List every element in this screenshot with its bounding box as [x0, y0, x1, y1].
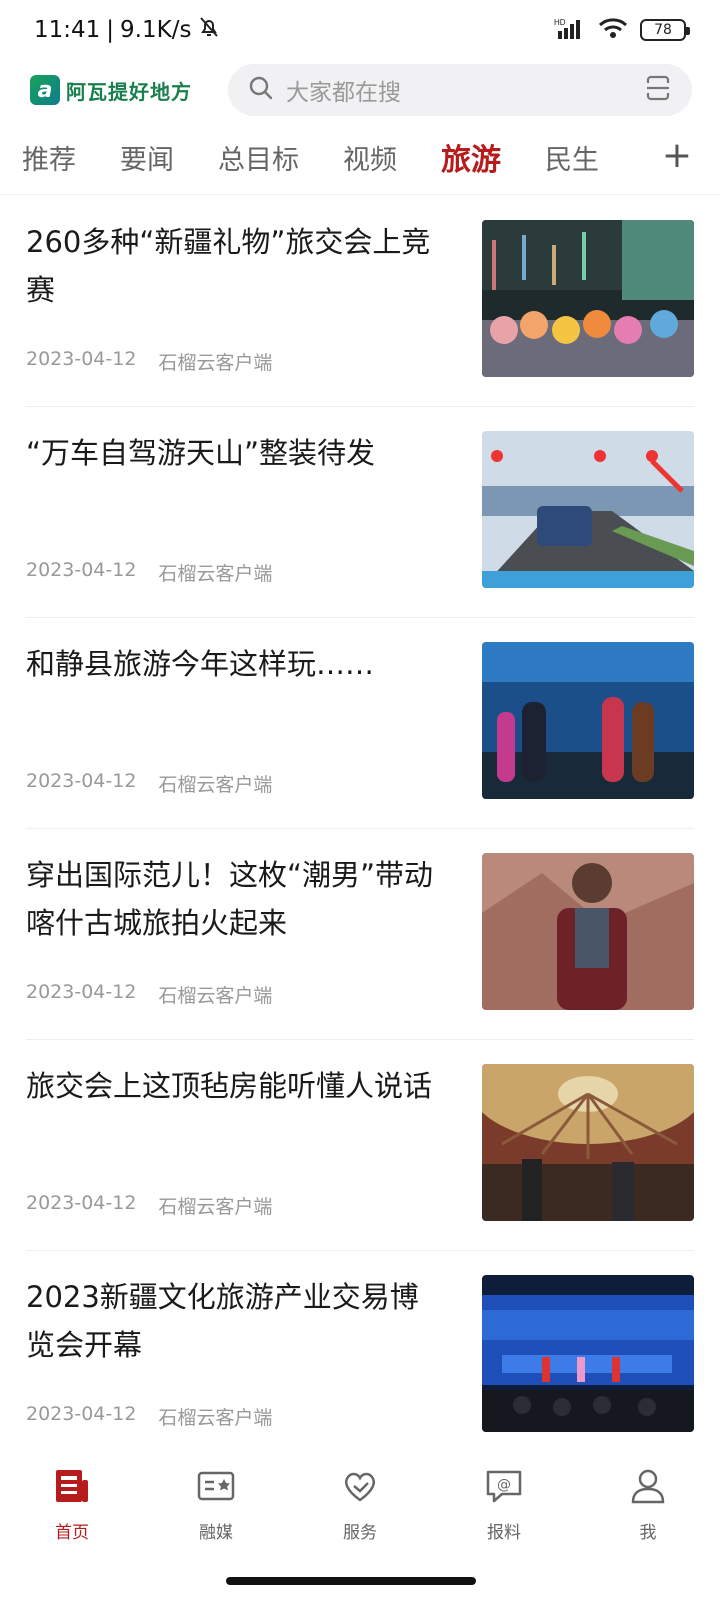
logo-text: 阿瓦提好地方 [66, 79, 192, 104]
news-thumbnail[interactable] [482, 220, 694, 377]
news-title: “万车自驾游天山”整装待发 [26, 436, 376, 470]
news-source: 石榴云客户端 [158, 563, 273, 585]
category-tabs: 推荐 要闻 总目标 视频 旅游 民生 + [0, 128, 720, 186]
battery-level: 78 [654, 22, 672, 38]
tab-travel[interactable]: 旅游 [441, 135, 501, 179]
app-header: a 阿瓦提好地方 大家都在搜 [0, 62, 720, 118]
news-date: 2023-04-12 [26, 348, 137, 370]
logo-mark-icon: a [30, 75, 60, 105]
news-meta: 2023-04-12 石榴云客户端 [26, 1192, 272, 1219]
news-title: 穿出国际范儿！这枚“潮男”带动喀什古城旅拍火起来 [26, 858, 434, 940]
report-icon: @ [484, 1466, 524, 1510]
news-source: 石榴云客户端 [158, 985, 273, 1007]
svg-text:HD: HD [554, 18, 566, 27]
battery-icon: 78 [640, 19, 690, 41]
signal-icon: HD [554, 17, 586, 43]
app-logo[interactable]: a 阿瓦提好地方 [30, 75, 220, 105]
nav-label: 融媒 [199, 1523, 233, 1543]
tab-video[interactable]: 视频 [343, 138, 397, 177]
nav-media[interactable]: 融媒 [144, 1450, 288, 1560]
news-source: 石榴云客户端 [158, 352, 273, 374]
add-tab-button[interactable]: + [662, 134, 692, 178]
status-left: 11:41 | 9.1K/s [34, 15, 221, 45]
news-date: 2023-04-12 [26, 1403, 137, 1425]
news-source: 石榴云客户端 [158, 1196, 273, 1218]
tab-headlines[interactable]: 要闻 [120, 138, 174, 177]
news-thumbnail[interactable] [482, 1064, 694, 1221]
news-meta: 2023-04-12 石榴云客户端 [26, 348, 272, 375]
news-title: 和静县旅游今年这样玩…… [26, 647, 375, 681]
nav-label: 我 [639, 1523, 657, 1543]
news-meta: 2023-04-12 石榴云客户端 [26, 770, 272, 797]
media-icon [196, 1466, 236, 1510]
status-time: 11:41 [34, 17, 101, 43]
nav-home[interactable]: 首页 [0, 1450, 144, 1560]
news-source: 石榴云客户端 [158, 1407, 273, 1429]
news-meta: 2023-04-12 石榴云客户端 [26, 1403, 272, 1430]
news-item[interactable]: 2023新疆文化旅游产业交易博览会开幕 2023-04-12 石榴云客户端 [26, 1251, 694, 1462]
news-date: 2023-04-12 [26, 981, 137, 1003]
tab-livelihood[interactable]: 民生 [545, 138, 599, 177]
news-date: 2023-04-12 [26, 559, 137, 581]
news-title: 2023新疆文化旅游产业交易博览会开幕 [26, 1280, 419, 1362]
news-title: 旅交会上这顶毡房能听懂人说话 [26, 1069, 433, 1103]
nav-label: 服务 [343, 1523, 377, 1543]
nav-label: 首页 [55, 1523, 89, 1543]
scan-icon[interactable] [644, 74, 672, 106]
news-item[interactable]: 旅交会上这顶毡房能听懂人说话 2023-04-12 石榴云客户端 [26, 1040, 694, 1251]
search-bar[interactable]: 大家都在搜 [228, 64, 692, 116]
nav-report[interactable]: @ 报料 [432, 1450, 576, 1560]
news-item[interactable]: 穿出国际范儿！这枚“潮男”带动喀什古城旅拍火起来 2023-04-12 石榴云客… [26, 829, 694, 1040]
home-indicator[interactable] [226, 1577, 476, 1585]
news-thumbnail[interactable] [482, 853, 694, 1010]
news-item[interactable]: 260多种“新疆礼物”旅交会上竞赛 2023-04-12 石榴云客户端 [26, 196, 694, 407]
bottom-nav: 首页 融媒 服务 @ 报料 我 [0, 1450, 720, 1560]
user-icon [628, 1466, 668, 1510]
heart-service-icon [340, 1466, 380, 1510]
status-net-speed: 9.1K/s [120, 17, 192, 43]
nav-me[interactable]: 我 [576, 1450, 720, 1560]
news-thumbnail[interactable] [482, 642, 694, 799]
status-bar: 11:41 | 9.1K/s HD 78 [0, 0, 720, 60]
tab-recommend[interactable]: 推荐 [22, 138, 76, 177]
tabs-divider [0, 194, 720, 195]
status-separator: | [106, 17, 115, 43]
news-thumbnail[interactable] [482, 431, 694, 588]
news-icon [52, 1466, 92, 1510]
news-meta: 2023-04-12 石榴云客户端 [26, 559, 272, 586]
news-meta: 2023-04-12 石榴云客户端 [26, 981, 272, 1008]
svg-text:@: @ [497, 1477, 511, 1493]
nav-service[interactable]: 服务 [288, 1450, 432, 1560]
search-placeholder: 大家都在搜 [286, 80, 401, 106]
news-thumbnail[interactable] [482, 1275, 694, 1432]
status-right: HD 78 [554, 17, 690, 43]
news-source: 石榴云客户端 [158, 774, 273, 796]
search-icon [248, 75, 274, 105]
wifi-icon [598, 17, 628, 43]
nav-label: 报料 [487, 1523, 521, 1543]
news-title: 260多种“新疆礼物”旅交会上竞赛 [26, 225, 431, 307]
news-list: 260多种“新疆礼物”旅交会上竞赛 2023-04-12 石榴云客户端 “万车自… [0, 196, 720, 1462]
news-item[interactable]: 和静县旅游今年这样玩…… 2023-04-12 石榴云客户端 [26, 618, 694, 829]
news-item[interactable]: “万车自驾游天山”整装待发 2023-04-12 石榴云客户端 [26, 407, 694, 618]
tab-goals[interactable]: 总目标 [218, 138, 299, 177]
news-date: 2023-04-12 [26, 770, 137, 792]
news-date: 2023-04-12 [26, 1192, 137, 1214]
bell-muted-icon [197, 15, 221, 45]
